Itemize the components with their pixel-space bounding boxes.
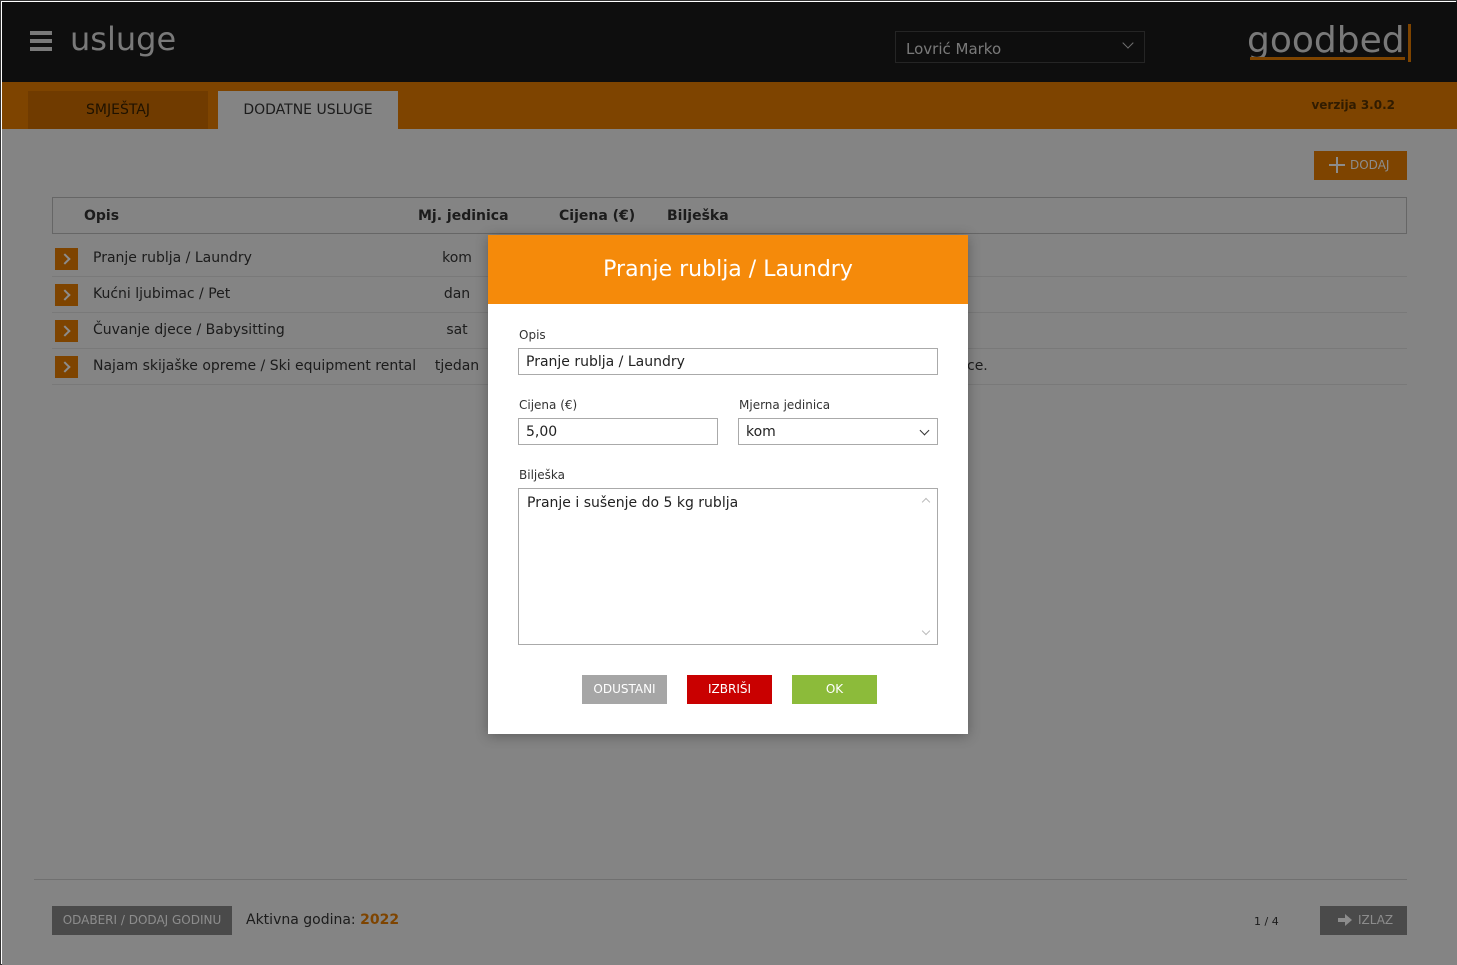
mj-select[interactable]: kom (738, 418, 938, 445)
cijena-input[interactable]: 5,00 (518, 418, 718, 445)
scroll-up-icon[interactable] (921, 497, 931, 507)
note-label: Bilješka (519, 468, 565, 482)
cancel-button[interactable]: ODUSTANI (582, 675, 667, 704)
cijena-label: Cijena (€) (519, 398, 578, 412)
ok-button[interactable]: OK (792, 675, 877, 704)
scroll-down-icon[interactable] (921, 626, 931, 636)
mj-select-value: kom (746, 424, 776, 440)
app-window: usluge Lovrić Marko goodbed SMJEŠTAJ DOD… (0, 0, 1457, 965)
note-textarea[interactable]: Pranje i sušenje do 5 kg rublja (518, 488, 938, 645)
dialog-title: Pranje rublja / Laundry (488, 235, 968, 304)
delete-button[interactable]: IZBRIŠI (687, 675, 772, 704)
chevron-down-icon (919, 425, 930, 436)
opis-label: Opis (519, 328, 546, 342)
note-value: Pranje i sušenje do 5 kg rublja (527, 495, 739, 511)
mj-label: Mjerna jedinica (739, 398, 831, 412)
opis-input[interactable]: Pranje rublja / Laundry (518, 348, 938, 375)
edit-service-dialog: Pranje rublja / Laundry Opis Pranje rubl… (488, 235, 968, 734)
